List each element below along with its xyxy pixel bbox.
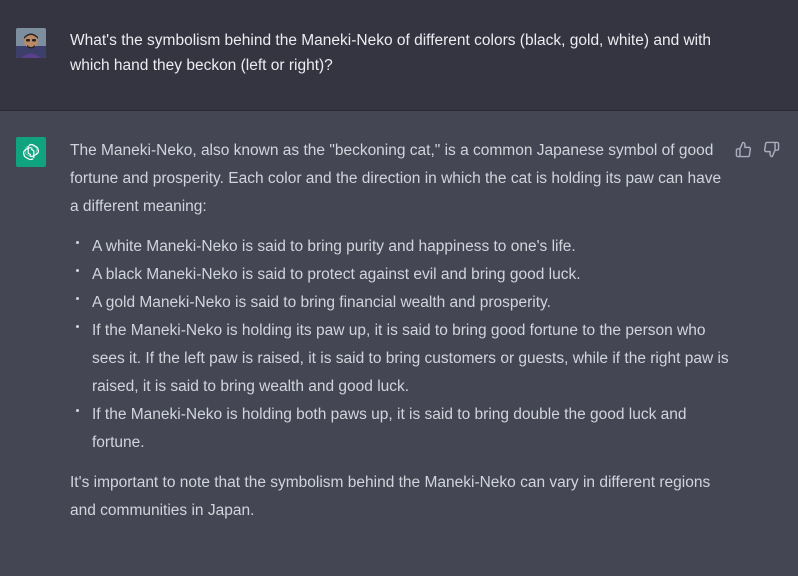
chat-page: What's the symbolism behind the Maneki-N… xyxy=(0,0,798,576)
list-item: A gold Maneki-Neko is said to bring fina… xyxy=(70,289,730,317)
user-message-row: What's the symbolism behind the Maneki-N… xyxy=(0,0,798,111)
user-avatar xyxy=(16,28,46,58)
assistant-message-row: The Maneki-Neko, also known as the "beck… xyxy=(0,111,798,576)
thumbs-up-icon[interactable] xyxy=(733,139,753,159)
assistant-closing-paragraph: It's important to note that the symbolis… xyxy=(70,474,711,519)
openai-logo-icon xyxy=(16,137,46,167)
symbolism-list: A white Maneki-Neko is said to bring pur… xyxy=(70,233,730,457)
list-item: If the Maneki-Neko is holding its paw up… xyxy=(70,317,730,401)
assistant-message-content: The Maneki-Neko, also known as the "beck… xyxy=(70,137,730,525)
assistant-intro-paragraph: The Maneki-Neko, also known as the "beck… xyxy=(70,142,722,215)
thumbs-down-icon[interactable] xyxy=(761,139,781,159)
list-item: A black Maneki-Neko is said to protect a… xyxy=(70,261,730,289)
user-message-text: What's the symbolism behind the Maneki-N… xyxy=(70,32,712,74)
list-item: A white Maneki-Neko is said to bring pur… xyxy=(70,233,730,261)
list-item: If the Maneki-Neko is holding both paws … xyxy=(70,401,730,457)
